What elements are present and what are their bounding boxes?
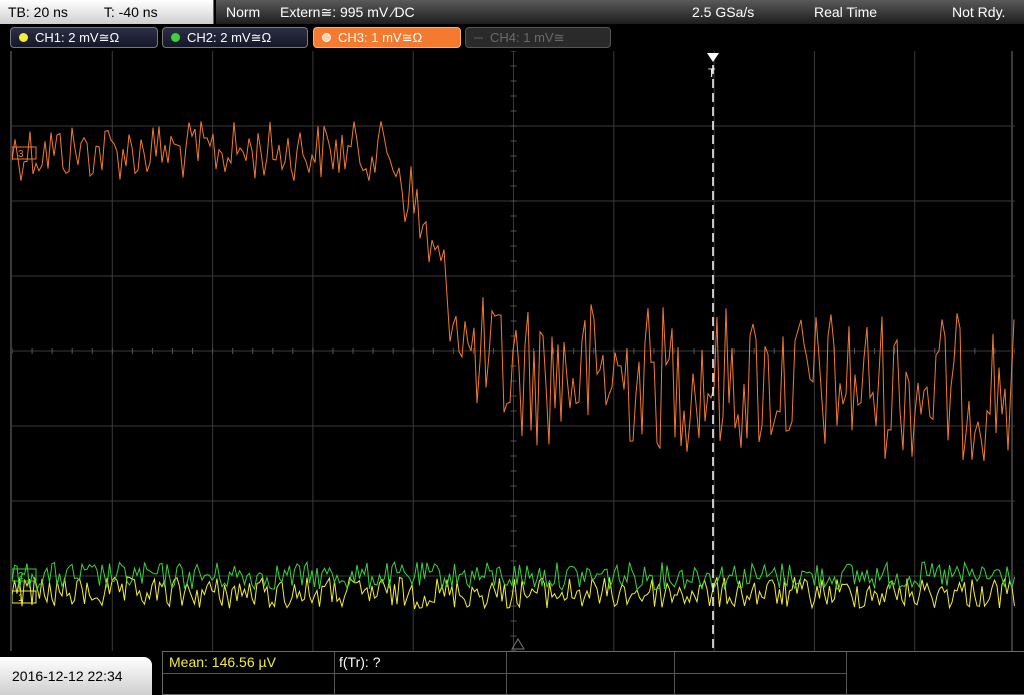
ch3-indicator-icon [322,33,331,42]
fall-rise-measurement[interactable]: f(Tr): ? [339,654,380,670]
measurement-table[interactable]: Mean: 146.56 µV f(Tr): ? [162,651,1024,695]
ch2-indicator-icon [171,33,180,42]
tab-ch4[interactable]: CH4: 1 mV≅ [465,27,611,48]
channel-tabs: CH1: 2 mV≅Ω CH2: 2 mV≅Ω CH3: 1 mV≅Ω CH4:… [0,24,1024,51]
status-bar: TB: 20 ns T: -40 ns Norm Extern≅: 995 mV… [0,0,1024,24]
trigger-marker-label: T [708,66,716,80]
trigger-time-readout: T: -40 ns [103,4,158,20]
waveform-canvas: T 3 2 1 [12,51,1015,651]
sample-rate: 2.5 GSa/s [692,4,755,20]
ch3-marker-label: 3 [18,149,24,160]
waveform-display[interactable]: T 3 2 1 [10,51,1015,651]
mean-measurement[interactable]: Mean: 146.56 µV [169,654,276,670]
timebase-readout: TB: 20 ns [8,4,68,20]
ch1-marker-label: 1 [18,593,24,604]
ch4-indicator-icon [474,37,483,39]
trigger-position-icon[interactable] [707,53,719,62]
timebase-panel[interactable]: TB: 20 ns T: -40 ns [0,0,214,24]
ch3-offset-marker[interactable]: 3 [12,146,37,160]
ch4-label: CH4: 1 mV≅ [490,30,565,45]
ch1-indicator-icon [19,33,28,42]
ch1-label: CH1: 2 mV≅Ω [35,30,120,45]
run-status: Not Rdy. [952,4,1006,20]
trigger-mode[interactable]: Norm [226,0,260,24]
measurement-bar: 2016-12-12 22:34 Mean: 146.56 µV f(Tr): … [0,651,1024,695]
ch2-label: CH2: 2 mV≅Ω [187,30,272,45]
ch2-marker-label: 2 [18,571,24,582]
tab-ch2[interactable]: CH2: 2 mV≅Ω [162,27,308,48]
ch3-label: CH3: 1 mV≅Ω [338,30,423,45]
trigger-source[interactable]: Extern≅: 995 mV ⁄DC [280,0,415,24]
datetime: 2016-12-12 22:34 [12,668,123,684]
tab-ch3[interactable]: CH3: 1 mV≅Ω [313,27,461,48]
datetime-panel: 2016-12-12 22:34 [0,657,152,695]
acquisition-mode: Real Time [814,4,878,20]
tab-ch1[interactable]: CH1: 2 mV≅Ω [10,27,158,48]
acquisition-strip[interactable]: Norm Extern≅: 995 mV ⁄DC 2.5 GSa/s Real … [216,0,1024,24]
